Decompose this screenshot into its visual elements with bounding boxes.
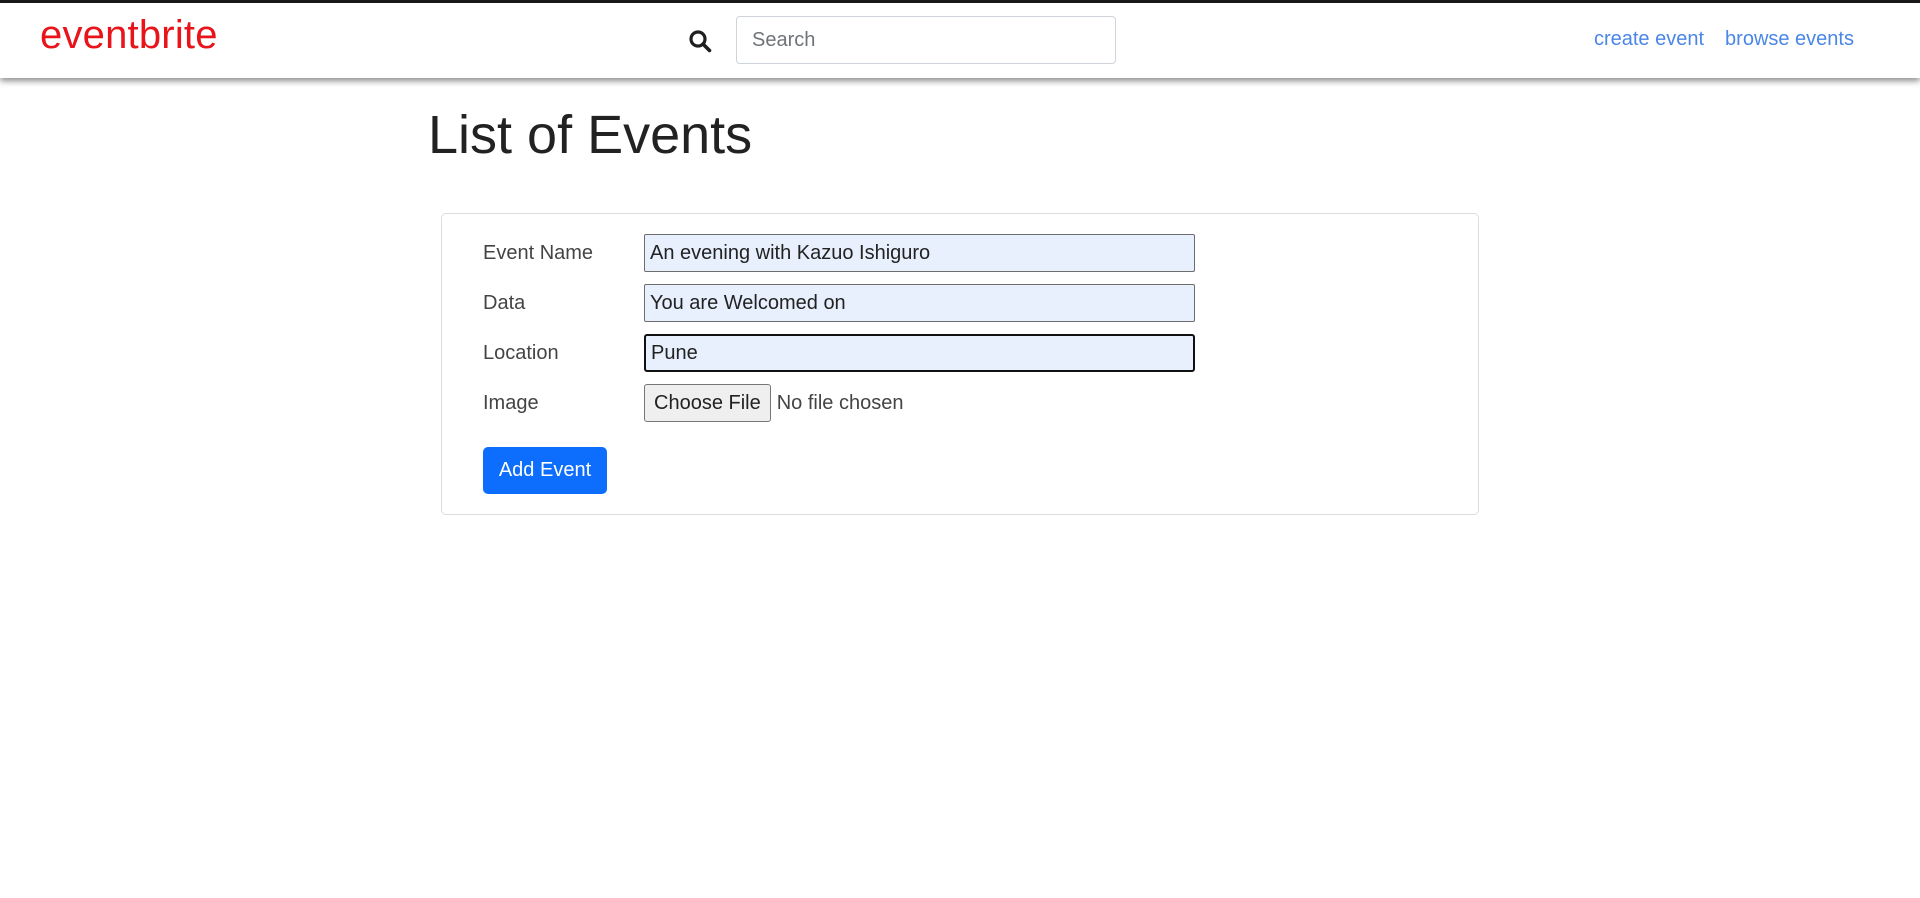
search-icon[interactable] (688, 29, 712, 53)
data-label: Data (483, 291, 526, 314)
nav-links: create event browse events (1594, 28, 1854, 51)
event-name-field[interactable] (644, 234, 1195, 272)
choose-file-button[interactable]: Choose File (644, 384, 771, 422)
navbar: eventbrite create event browse events (0, 3, 1920, 78)
data-field[interactable] (644, 284, 1195, 322)
image-label: Image (483, 391, 539, 414)
data-row: Data (483, 284, 1195, 322)
location-field[interactable] (644, 334, 1195, 372)
location-label: Location (483, 341, 559, 364)
event-name-label: Event Name (483, 241, 594, 264)
add-event-button[interactable]: Add Event (483, 447, 607, 494)
file-status: No file chosen (776, 391, 904, 414)
search-input[interactable] (736, 16, 1116, 64)
add-event-form: Event Name Data Location Image Choose Fi… (441, 213, 1479, 515)
image-row: Image Choose File No file chosen (483, 384, 903, 422)
event-name-row: Event Name (483, 234, 1195, 272)
create-event-link[interactable]: create event (1594, 28, 1704, 51)
brand-logo[interactable]: eventbrite (40, 13, 218, 58)
page-title: List of Events (428, 105, 753, 165)
browse-events-link[interactable]: browse events (1725, 28, 1854, 51)
location-row: Location (483, 334, 1195, 372)
